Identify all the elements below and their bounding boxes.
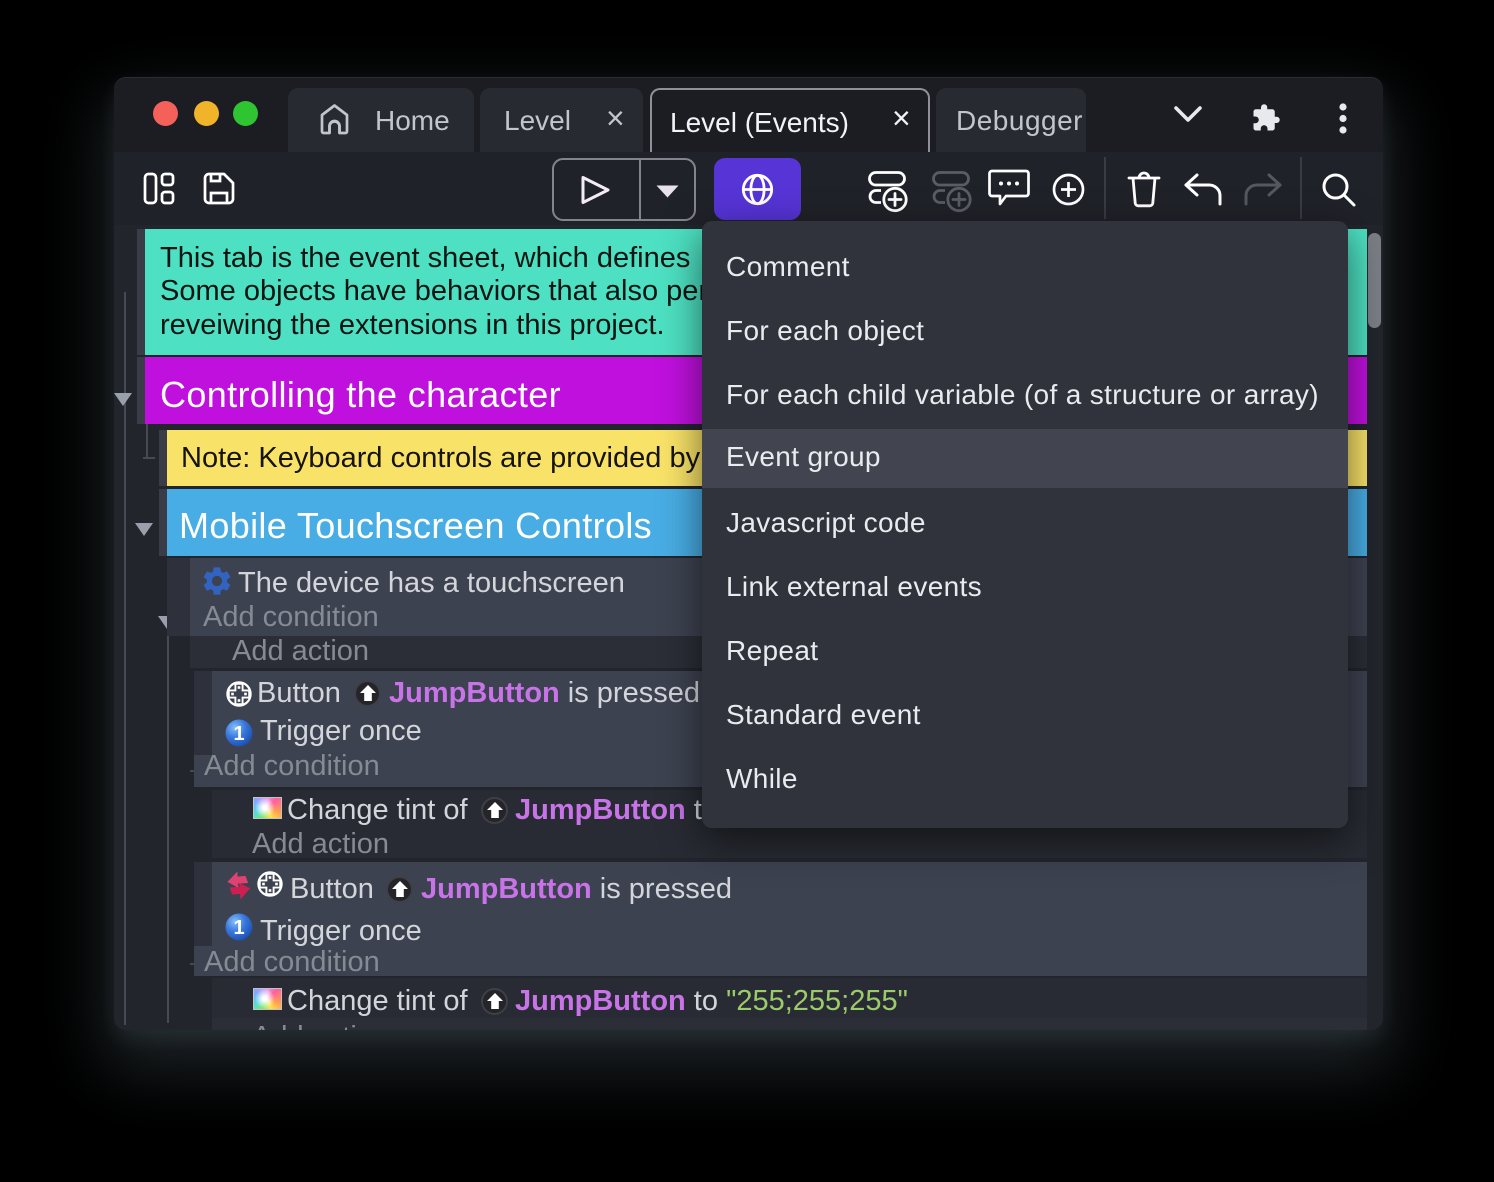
svg-text:1: 1 xyxy=(233,723,244,745)
svg-text:1: 1 xyxy=(233,917,244,939)
